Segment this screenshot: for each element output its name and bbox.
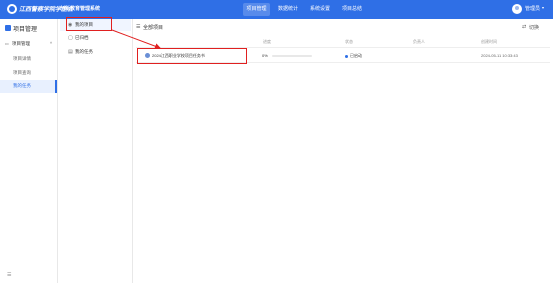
category-archived[interactable]: ▢ 已归档	[60, 32, 131, 44]
column-header-created: 创建时间	[481, 39, 497, 44]
project-icon	[5, 25, 11, 31]
folder-icon: ▭	[5, 41, 9, 46]
annotation-highlight-project-row	[137, 48, 247, 64]
user-avatar-icon[interactable]	[512, 4, 522, 14]
category-my-tasks[interactable]: ▤ 我的任务	[60, 46, 131, 58]
username[interactable]: 管理员	[525, 5, 540, 12]
menu-icon[interactable]: ☰	[7, 272, 11, 278]
nav-data-statistics[interactable]: 数据统计	[275, 3, 301, 16]
archive-icon: ▢	[68, 35, 73, 41]
left-sidebar: 项目管理 ▭ 项目管理 ^ 项目详情 项目查询 我的任务 ☰	[0, 19, 58, 283]
chevron-down-icon[interactable]: ▾	[542, 5, 544, 10]
switch-icon[interactable]: ⇄	[522, 24, 526, 30]
column-header-status: 状态	[345, 39, 353, 44]
column-header-progress: 进度	[263, 39, 271, 44]
switch-button[interactable]: 切换	[529, 24, 539, 31]
annotation-highlight-my-projects	[66, 17, 112, 31]
sidebar-group-label[interactable]: 项目管理	[12, 41, 30, 47]
task-icon: ▤	[68, 49, 73, 55]
nav-project-management[interactable]: 项目管理	[243, 3, 270, 16]
nav-system-settings[interactable]: 系统设置	[307, 3, 333, 16]
system-name: 创新教育管理系统	[60, 6, 101, 12]
breadcrumb: 全部项目	[143, 25, 164, 31]
sidebar-item-my-tasks[interactable]: 我的任务	[0, 80, 57, 93]
status-dot-icon	[345, 55, 348, 58]
table-header: 进度 状态 负责人 创建时间	[136, 39, 550, 48]
school-logo-icon	[7, 4, 17, 14]
column-header-owner: 负责人	[413, 39, 425, 44]
progress-bar	[272, 55, 312, 57]
chevron-up-icon[interactable]: ^	[50, 41, 52, 46]
sidebar-title: 项目管理	[13, 27, 38, 33]
category-label: 我的任务	[75, 49, 93, 54]
list-icon: ☰	[136, 24, 141, 30]
created-time: 2024-05-11 10:33:43	[481, 53, 518, 58]
project-category-panel: ◉ 我的项目 ▢ 已归档 ▤ 我的任务	[58, 19, 133, 283]
nav-project-summary[interactable]: 项目总结	[339, 3, 365, 16]
sidebar-item-project-details[interactable]: 项目详情	[0, 53, 57, 65]
status-badge: 已启动	[350, 53, 362, 58]
category-label: 已归档	[75, 35, 89, 40]
progress-value: 0%	[262, 53, 268, 58]
sidebar-item-project-query[interactable]: 项目查询	[0, 67, 57, 79]
